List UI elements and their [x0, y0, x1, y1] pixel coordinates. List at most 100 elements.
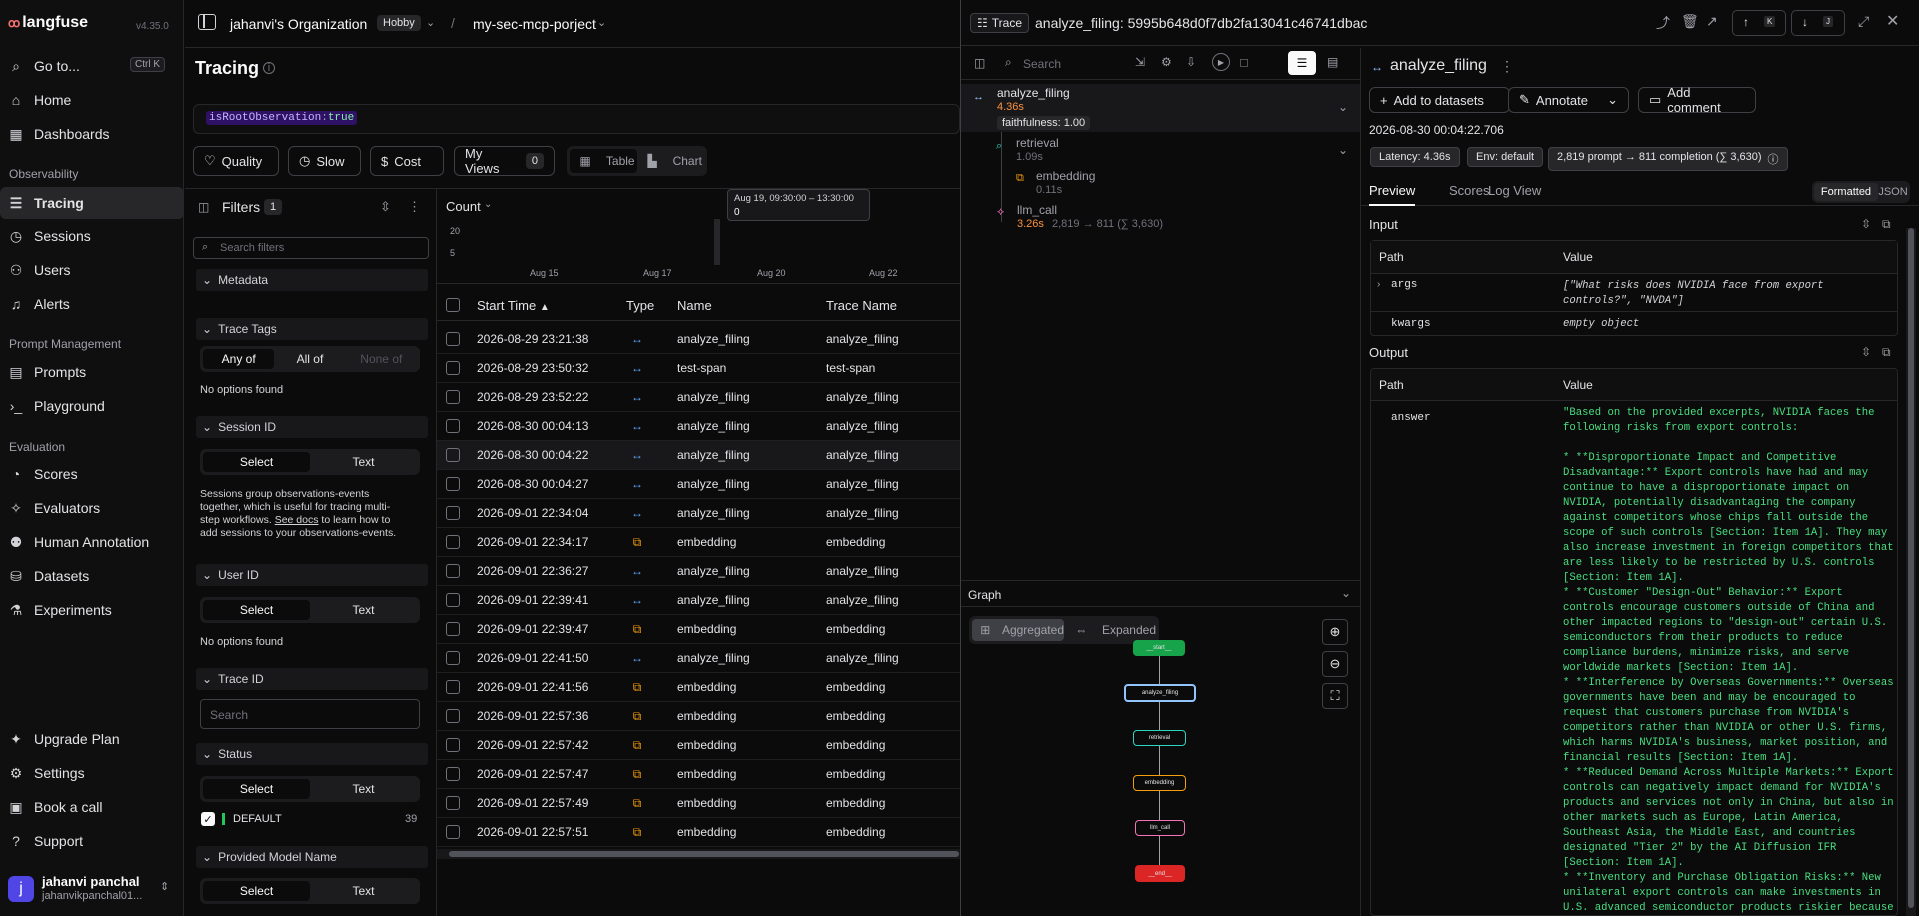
graph-node-end[interactable]: __end__ [1135, 865, 1185, 882]
row-checkbox[interactable] [446, 361, 460, 375]
trace-id-search-input[interactable]: Search [200, 699, 420, 729]
info-icon[interactable]: i [263, 62, 275, 74]
sidebar-item-users[interactable]: ⚇ Users [8, 255, 176, 285]
table-row[interactable]: 2026-09-01 22:57:49 ⧉ embedding embedding [437, 789, 960, 818]
row-checkbox[interactable] [446, 332, 460, 346]
slow-button[interactable]: ◷ Slow [288, 146, 361, 176]
tab-log-view[interactable]: Log View [1488, 183, 1541, 198]
my-views-button[interactable]: My Views 0 [454, 146, 555, 176]
add-to-datasets-button[interactable]: + Add to datasets [1369, 87, 1510, 113]
sidebar-item-experiments[interactable]: ⚗ Experiments [8, 595, 176, 625]
zoom-out-icon[interactable]: ⊖ [1322, 651, 1348, 677]
sidebar-item-prompts[interactable]: ▤ Prompts [8, 357, 176, 387]
graph-header[interactable]: Graph ⌄ [961, 580, 1360, 607]
row-checkbox[interactable] [446, 680, 460, 694]
goto-button[interactable]: ⌕ Go to... Ctrl K [8, 51, 176, 81]
row-checkbox[interactable] [446, 738, 460, 752]
table-row[interactable]: 2026-08-30 00:04:13 ↔ analyze_filing analyz… [437, 412, 960, 441]
row-checkbox[interactable] [446, 477, 460, 491]
org-name[interactable]: jahanvi's Organization [230, 16, 367, 32]
sidebar-item-upgrade-plan[interactable]: ✦ Upgrade Plan [8, 724, 176, 754]
sidebar-item-datasets[interactable]: ⛁ Datasets [8, 561, 176, 591]
chevron-down-icon[interactable]: ⌄ [1607, 92, 1618, 108]
select-all-checkbox[interactable] [446, 298, 460, 312]
settings-sliders-icon[interactable]: ⚙ [1161, 55, 1172, 69]
tree-embedding-name[interactable]: embedding [1036, 169, 1095, 183]
share-icon[interactable]: ⤴ [1656, 13, 1670, 33]
filter-metadata[interactable]: ⌄ Metadata [196, 269, 428, 291]
graph-node-llm[interactable]: llm_call [1135, 820, 1185, 836]
filter-session-id[interactable]: ⌄ Session ID [196, 416, 428, 438]
table-row[interactable]: 2026-09-01 22:41:50 ↔ analyze_filing analyz… [437, 644, 960, 673]
sidebar-item-sessions[interactable]: ◷ Sessions [8, 221, 176, 251]
expanded-tab[interactable]: ⇔ Expanded [1064, 619, 1156, 641]
see-docs-link[interactable]: See docs [275, 514, 319, 526]
stop-icon[interactable]: ◻ [1239, 55, 1249, 69]
col-trace-name[interactable]: Trace Name [826, 298, 897, 313]
text-option[interactable]: Text [310, 452, 417, 472]
table-row[interactable]: 2026-08-29 23:21:38 ↔ analyze_filing analyz… [437, 325, 960, 354]
row-checkbox[interactable] [446, 506, 460, 520]
scrollbar-thumb[interactable] [1908, 228, 1914, 908]
collapse-icon[interactable]: ⇲ [1135, 55, 1145, 69]
select-option[interactable]: Select [203, 881, 310, 901]
chevron-down-icon[interactable]: ⌄ [597, 16, 606, 29]
tree-retrieval-name[interactable]: retrieval [1016, 136, 1059, 150]
text-option[interactable]: Text [310, 779, 417, 799]
download-icon[interactable]: ⇩ [1186, 55, 1196, 69]
chevron-down-icon[interactable]: ⌄ [1338, 143, 1348, 157]
row-checkbox[interactable] [446, 767, 460, 781]
all-of-option[interactable]: All of [274, 349, 345, 369]
filter-user-id[interactable]: ⌄ User ID [196, 564, 428, 586]
external-link-icon[interactable]: ↗ [1706, 13, 1718, 30]
json-option[interactable]: JSON [1878, 183, 1908, 201]
expand-icon[interactable]: ⇳ [1861, 345, 1871, 359]
tree-view-icon[interactable]: ☰ [1288, 51, 1316, 75]
row-checkbox[interactable] [446, 448, 460, 462]
expand-icon[interactable]: ⇳ [1861, 217, 1871, 231]
row-checkbox[interactable] [446, 593, 460, 607]
annotate-button[interactable]: ✎ Annotate ⌄ [1508, 87, 1629, 113]
status-checkbox[interactable]: ✓ [201, 812, 215, 826]
chevron-down-icon[interactable]: ⌄ [426, 16, 435, 29]
row-checkbox[interactable] [446, 564, 460, 578]
table-row[interactable]: 2026-09-01 22:57:42 ⧉ embedding embedding [437, 731, 960, 760]
none-of-option[interactable]: None of [346, 349, 417, 369]
sidebar-item-settings[interactable]: ⚙ Settings [8, 758, 176, 788]
tab-scores[interactable]: Scores [1449, 183, 1489, 198]
filter-trace-tags[interactable]: ⌄ Trace Tags [196, 318, 428, 340]
copy-icon[interactable]: ⧉ [1882, 345, 1891, 360]
table-row[interactable]: 2026-08-29 23:50:32 ↔ test-span test-span [437, 354, 960, 383]
text-option[interactable]: Text [310, 881, 417, 901]
formatted-option[interactable]: Formatted [1814, 183, 1878, 201]
chart-title[interactable]: Count [446, 199, 481, 214]
table-row[interactable]: 2026-08-29 23:52:22 ↔ analyze_filing analyz… [437, 383, 960, 412]
sidebar-item-human-annotation[interactable]: ⚉ Human Annotation [8, 527, 176, 557]
row-checkbox[interactable] [446, 535, 460, 549]
table-row[interactable]: 2026-09-01 22:57:51 ⧉ embedding embedding [437, 818, 960, 847]
table-row[interactable]: 2026-09-01 22:57:47 ⧉ embedding embedding [437, 760, 960, 789]
row-checkbox[interactable] [446, 390, 460, 404]
chevron-down-icon[interactable]: ⌄ [484, 199, 492, 210]
table-row[interactable]: 2026-09-01 22:39:41 ↔ analyze_filing analyz… [437, 586, 960, 615]
graph-node-analyze[interactable]: analyze_filing [1124, 684, 1196, 702]
vertical-scrollbar[interactable] [1906, 228, 1916, 916]
zoom-in-icon[interactable]: ⊕ [1322, 619, 1348, 645]
horizontal-scrollbar[interactable] [437, 849, 960, 859]
fit-view-icon[interactable]: ⛶ [1322, 683, 1348, 709]
graph-node-embedding[interactable]: embedding [1133, 775, 1186, 791]
tree-llm-name[interactable]: llm_call [1017, 203, 1057, 217]
chart-tab[interactable]: ▙ Chart [637, 149, 704, 173]
sidebar-item-dashboards[interactable]: ▦ Dashboards [8, 119, 176, 149]
info-icon[interactable]: ⓘ [1768, 151, 1779, 167]
text-option[interactable]: Text [310, 600, 417, 620]
col-name[interactable]: Name [677, 298, 712, 313]
chevron-down-icon[interactable]: ⌄ [1341, 586, 1351, 600]
table-row[interactable]: 2026-09-01 22:57:36 ⧉ embedding embedding [437, 702, 960, 731]
expand-icon[interactable]: ⇳ [380, 199, 391, 215]
filter-provided-model[interactable]: ⌄ Provided Model Name [196, 846, 428, 868]
copy-icon[interactable]: ⧉ [1882, 217, 1891, 232]
timeline-view-icon[interactable]: ▤ [1327, 55, 1338, 69]
filter-status[interactable]: ⌄ Status [196, 743, 428, 765]
row-checkbox[interactable] [446, 825, 460, 839]
